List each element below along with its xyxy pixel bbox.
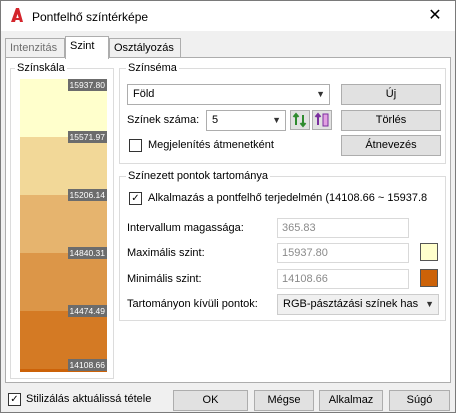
color-scale-value: 15571.97 [67, 131, 107, 143]
color-count-label: Színek száma: [127, 114, 200, 126]
max-level-color-swatch[interactable] [420, 243, 438, 261]
apply-extent-checkbox[interactable]: ✓ [129, 192, 142, 205]
gradient-checkbox-label[interactable]: Megjelenítés átmenetként [148, 139, 274, 151]
max-level-label: Maximális szint: [127, 247, 205, 259]
point-cloud-color-map-dialog: Pontfelhő színtérképe ✕ Intenzitás Szint… [0, 0, 456, 413]
color-scale-band [20, 195, 107, 253]
color-scale-value: 14474.49 [67, 305, 107, 317]
help-button[interactable]: Súgó [389, 390, 450, 411]
window-title: Pontfelhő színtérképe [32, 10, 149, 24]
stylize-current-checkbox[interactable]: ✓ [8, 393, 21, 406]
color-scale-label: Színskála [15, 62, 67, 74]
ok-button[interactable]: OK [173, 390, 248, 411]
title-bar[interactable]: Pontfelhő színtérképe ✕ [1, 1, 455, 31]
gradient-checkbox[interactable] [129, 139, 142, 152]
autocad-a-icon [11, 8, 23, 22]
chevron-down-icon: ▼ [425, 295, 434, 314]
color-scale-value: 15206.14 [67, 189, 107, 201]
tab-elevation[interactable]: Szint [65, 36, 109, 59]
delete-scheme-button[interactable]: Törlés [341, 110, 441, 131]
close-icon[interactable]: ✕ [421, 5, 449, 27]
min-level-field[interactable]: 14108.66 [277, 269, 409, 289]
reverse-order-button[interactable] [290, 110, 310, 130]
min-level-label: Minimális szint: [127, 273, 202, 285]
out-of-range-label: Tartományon kívüli pontok: [127, 298, 258, 310]
chevron-down-icon: ▼ [272, 115, 281, 125]
interval-height-label: Intervallum magassága: [127, 222, 244, 234]
colored-points-range-group: Színezett pontok tartománya ✓ Alkalmazás… [119, 170, 446, 321]
out-of-range-select[interactable]: RGB-pásztázási színek has ▼ [277, 294, 439, 315]
color-scheme-select-value: Föld [133, 88, 155, 100]
color-scale: 15937.80 15571.97 15206.14 14840.31 14474.49… [20, 79, 107, 372]
new-scheme-button[interactable]: Új [341, 84, 441, 105]
color-scale-value: 14108.66 [67, 359, 107, 371]
out-of-range-select-value: RGB-pásztázási színek has [283, 298, 419, 310]
invert-colors-button[interactable] [312, 110, 332, 130]
tab-intensity[interactable]: Intenzitás [5, 38, 65, 58]
tab-classification[interactable]: Osztályozás [109, 38, 181, 58]
color-count-select[interactable]: 5 ▼ [206, 110, 286, 131]
apply-extent-label[interactable]: Alkalmazás a pontfelhő terjedelmén (1410… [148, 192, 444, 204]
cancel-button[interactable]: Mégse [254, 390, 314, 411]
chevron-down-icon: ▼ [316, 89, 325, 99]
min-level-color-swatch[interactable] [420, 269, 438, 287]
colored-points-range-title: Színezett pontok tartománya [126, 170, 271, 182]
apply-button[interactable]: Alkalmaz [319, 390, 383, 411]
color-scheme-group: Színséma Föld ▼ Új Színek száma: 5 ▼ Tör… [119, 62, 446, 164]
color-scale-value: 15937.80 [67, 79, 107, 91]
color-scale-value: 14840.31 [67, 247, 107, 259]
interval-height-field[interactable]: 365.83 [277, 218, 409, 238]
rename-scheme-button[interactable]: Átnevezés [341, 135, 441, 156]
color-scale-band [20, 253, 107, 311]
elevation-tab-panel: Színskála 15937.80 15571.97 15206.14 14840.… [5, 57, 451, 383]
max-level-field[interactable]: 15937.80 [277, 243, 409, 263]
color-scheme-select[interactable]: Föld ▼ [127, 84, 330, 105]
color-scheme-group-title: Színséma [126, 62, 179, 74]
swap-arrows-green-icon [292, 112, 307, 128]
swap-arrows-purple-icon [314, 112, 329, 127]
color-count-value: 5 [212, 114, 219, 126]
stylize-current-label[interactable]: Stilizálás aktuálissá tétele [26, 393, 151, 405]
color-scale-band [20, 137, 107, 195]
